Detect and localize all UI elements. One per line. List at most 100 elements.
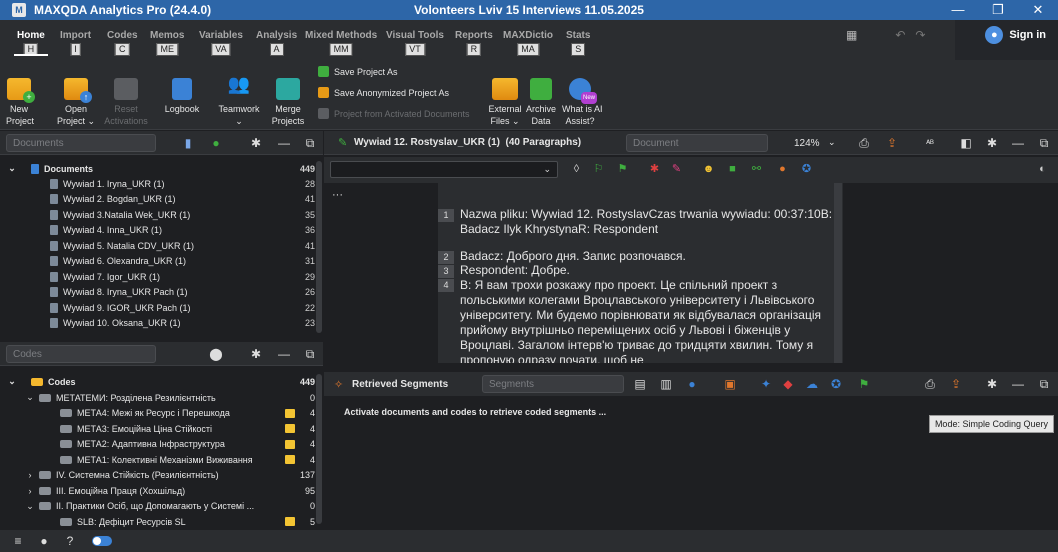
document-item[interactable]: Wywiad 4. Inna_UKR (1) 36 xyxy=(0,223,323,238)
code-item[interactable]: МЕТА2: Адаптивна Інфраструктура 4 xyxy=(0,437,323,452)
highlight-icon[interactable]: ✎ xyxy=(670,163,683,176)
code-color-icon[interactable]: ⚑ xyxy=(616,163,629,176)
segments-print-icon[interactable]: ⎙ xyxy=(922,376,938,392)
document-item[interactable]: Wywiad 9. IGOR_UKR Pach (1) 22 xyxy=(0,300,323,315)
document-item[interactable]: Wywiad 10. Oksana_UKR (1) 23 xyxy=(0,316,323,331)
mode-toggle[interactable] xyxy=(92,536,112,546)
save-anonymized-button[interactable]: Save Anonymized Project As xyxy=(318,82,470,103)
menu-icon[interactable]: ≡ xyxy=(10,533,26,549)
save-project-as-button[interactable]: Save Project As xyxy=(318,61,470,82)
zoom-level[interactable]: 124% xyxy=(794,138,820,149)
link-icon[interactable]: ⚯ xyxy=(750,163,763,176)
new-project-button[interactable]: + New Project xyxy=(6,78,35,127)
in-vivo-icon[interactable]: ✱ xyxy=(648,163,661,176)
documents-root[interactable]: ⌄ Documents 449 xyxy=(0,161,323,176)
redo-icon[interactable]: ↷ xyxy=(915,28,925,42)
code-item[interactable]: ⌄ II. Практики Осіб, що Допомагають у Сис… xyxy=(0,499,323,514)
split-view-icon[interactable]: ◧ xyxy=(958,135,974,151)
document-item[interactable]: Wywiad 8. Iryna_UKR Pach (1) 26 xyxy=(0,285,323,300)
documents-minimize-icon[interactable]: — xyxy=(276,135,292,151)
reset-activations-button[interactable]: Reset Activations xyxy=(104,78,148,127)
segment-doc-code-icon[interactable]: ▥ xyxy=(658,376,674,392)
code-dropdown[interactable]: ⌄ xyxy=(330,161,558,178)
viewer-settings-icon[interactable]: ✱ xyxy=(984,135,1000,151)
add-code-icon[interactable]: ⬤ xyxy=(208,346,224,362)
help-icon[interactable]: ? xyxy=(62,533,78,549)
segment-sparkle-icon[interactable]: ✦ xyxy=(758,376,774,392)
tab-reports[interactable]: Reports R xyxy=(455,30,493,56)
tab-visual-tools[interactable]: Visual Tools VT xyxy=(386,30,444,56)
documents-search-input[interactable]: Documents xyxy=(6,134,156,152)
codes-settings-icon[interactable]: ✱ xyxy=(248,346,264,362)
sign-in-button[interactable]: ● Sign in xyxy=(985,26,1046,44)
spellcheck-icon[interactable]: ᴬᴮ xyxy=(922,135,938,151)
close-icon[interactable]: ✕ xyxy=(1018,0,1058,20)
undo-icon[interactable]: ↶ xyxy=(895,28,905,42)
document-item[interactable]: Wywiad 1. Iryna_UKR (1) 28 xyxy=(0,176,323,191)
tab-stats[interactable]: Stats S xyxy=(566,30,590,56)
segments-settings-icon[interactable]: ✱ xyxy=(984,376,1000,392)
more-icon[interactable]: ··· xyxy=(332,189,343,201)
segments-minimize-icon[interactable]: — xyxy=(1010,376,1026,392)
code-item[interactable]: › IV. Системна Стійкість (Резилієнтність)… xyxy=(0,468,323,483)
code-chevron-icon[interactable]: › xyxy=(24,470,36,480)
memo-icon[interactable] xyxy=(285,439,295,449)
code-chevron-icon[interactable]: ⌄ xyxy=(24,392,36,403)
chevron-down-icon[interactable]: ⌄ xyxy=(6,163,18,174)
memo-icon[interactable] xyxy=(285,408,295,418)
chevron-down-icon[interactable]: ⌄ xyxy=(6,376,18,387)
grid-icon[interactable]: ▦ xyxy=(846,28,857,42)
what-is-ai-assist-button[interactable]: New What is AI Assist? xyxy=(562,78,603,127)
document-item[interactable]: Wywiad 5. Natalia CDV_UKR (1) 41 xyxy=(0,238,323,253)
documents-activate-icon[interactable]: ▮ xyxy=(180,135,196,151)
segment-star-icon[interactable]: ▣ xyxy=(722,376,738,392)
viewer-minimize-icon[interactable]: — xyxy=(1010,135,1026,151)
merge-projects-button[interactable]: Merge Projects xyxy=(270,78,306,127)
external-files-button[interactable]: External Files ⌄ xyxy=(484,78,526,127)
chat-icon[interactable]: ● xyxy=(36,533,52,549)
logbook-button[interactable]: Logbook xyxy=(160,78,204,115)
segments-maximize-icon[interactable]: ⧉ xyxy=(1036,376,1052,392)
tab-codes[interactable]: Codes C xyxy=(107,30,138,56)
document-item[interactable]: Wywiad 6. Olexandra_UKR (1) 31 xyxy=(0,254,323,269)
document-item[interactable]: Wywiad 2. Bogdan_UKR (1) 41 xyxy=(0,192,323,207)
code-chevron-icon[interactable]: ⌄ xyxy=(24,501,36,512)
codes-search-input[interactable]: Codes xyxy=(6,345,156,363)
documents-maximize-icon[interactable]: ⧉ xyxy=(302,135,318,151)
export-icon[interactable]: ⇪ xyxy=(884,135,900,151)
tab-variables[interactable]: Variables VA xyxy=(199,30,243,56)
codes-scrollbar[interactable] xyxy=(316,374,322,524)
codes-minimize-icon[interactable]: — xyxy=(276,346,292,362)
print-icon[interactable]: ⎙ xyxy=(856,135,872,151)
document-search-input[interactable]: Document xyxy=(626,134,768,152)
diamond-icon[interactable]: ◊ xyxy=(570,163,583,176)
memo-icon[interactable] xyxy=(285,517,295,526)
codes-root[interactable]: ⌄ Codes 449 xyxy=(0,374,323,389)
segments-export-icon[interactable]: ⇪ xyxy=(948,376,964,392)
ai-code-icon[interactable]: ✪ xyxy=(800,163,813,176)
codes-maximize-icon[interactable]: ⧉ xyxy=(302,346,318,362)
code-item[interactable]: МЕТА1: Колективні Механізми Виживання 4 xyxy=(0,452,323,467)
project-from-activated-button[interactable]: Project from Activated Documents xyxy=(318,103,470,124)
documents-scrollbar[interactable] xyxy=(316,161,322,333)
document-item[interactable]: Wywiad 3.Natalia Wek_UKR (1) 35 xyxy=(0,207,323,222)
tab-import[interactable]: Import I xyxy=(60,30,91,56)
memo-icon[interactable] xyxy=(285,455,295,464)
code-square-icon[interactable]: ■ xyxy=(726,163,739,176)
segment-code-icon[interactable]: ⚑ xyxy=(856,376,872,392)
code-item[interactable]: ⌄ МЕТАТЕМИ: Розділена Резилієнтність 0 xyxy=(0,390,323,405)
document-item[interactable]: Wywiad 7. Igor_UKR (1) 29 xyxy=(0,269,323,284)
zoom-chevron-icon[interactable]: ⌄ xyxy=(828,137,836,148)
code-item[interactable]: › III. Емоційна Праця (Хохшільд) 95 xyxy=(0,483,323,498)
add-document-icon[interactable]: ● xyxy=(208,135,224,151)
minimize-icon[interactable]: — xyxy=(938,0,978,20)
code-item[interactable]: SLB: Дефіцит Ресурсів SL 5 xyxy=(0,514,323,529)
tab-maxdictio[interactable]: MAXDictio MA xyxy=(503,30,553,56)
comment-icon[interactable]: ● xyxy=(776,163,789,176)
segment-tag-icon[interactable]: ◆ xyxy=(780,376,796,392)
segment-ai-icon[interactable]: ✪ xyxy=(828,376,844,392)
code-chevron-icon[interactable]: › xyxy=(24,486,36,496)
open-project-button[interactable]: ↑ Open Project ⌄ xyxy=(56,78,96,127)
tab-home[interactable]: Home H xyxy=(14,30,48,56)
edit-icon[interactable]: ✎ xyxy=(338,136,347,149)
